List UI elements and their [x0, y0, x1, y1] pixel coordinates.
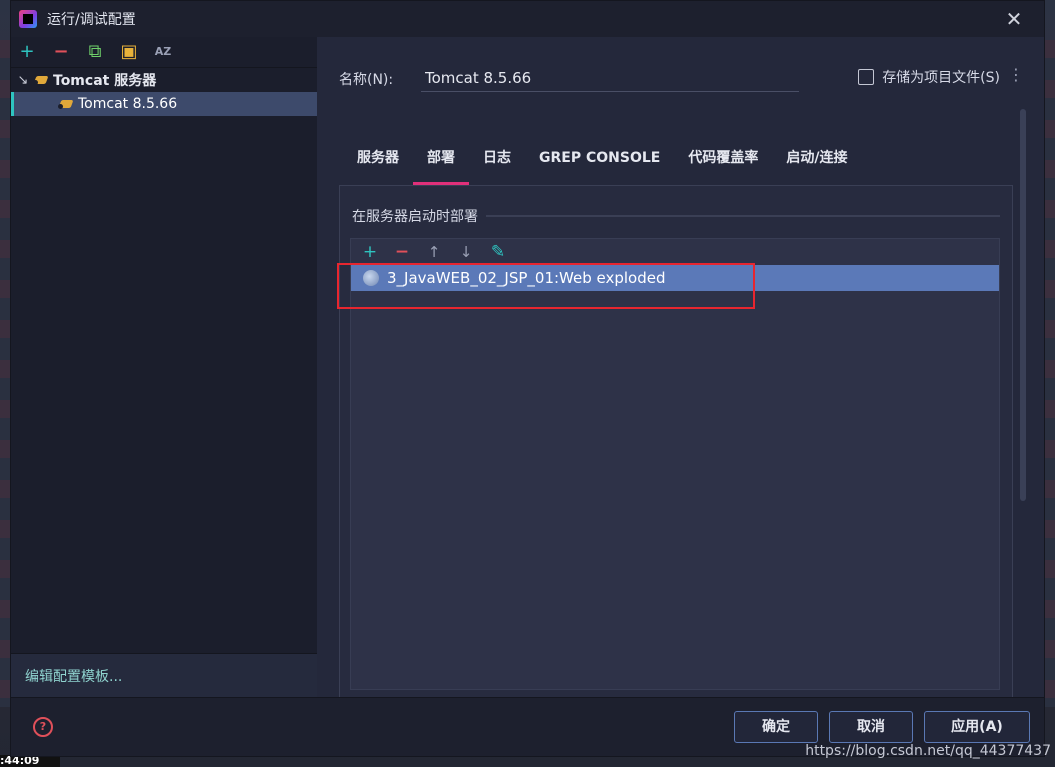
tree-item-tomcat-8566[interactable]: Tomcat 8.5.66: [11, 92, 317, 116]
move-up-icon[interactable]: ↑: [425, 242, 443, 262]
add-config-icon[interactable]: +: [17, 42, 37, 62]
remove-config-icon[interactable]: −: [51, 42, 71, 62]
vertical-scrollbar[interactable]: [1020, 109, 1026, 501]
tomcat-icon: [58, 97, 74, 111]
copy-config-icon[interactable]: ⧉: [85, 42, 105, 62]
config-list-toolbar: + − ⧉ ▣ AZ: [11, 37, 317, 68]
tab-server[interactable]: 服务器: [343, 141, 413, 185]
background-left-strip: [0, 40, 10, 707]
help-icon[interactable]: ?: [33, 717, 53, 737]
tomcat-icon: [33, 73, 49, 87]
tree-item-label: Tomcat 服务器: [53, 73, 157, 89]
deployment-tab-content: 在服务器启动时部署 + − ↑ ↓ ✎ 3_JavaWEB_02_JSP_01:…: [339, 185, 1013, 698]
tree-item-tomcat-server[interactable]: ↘ Tomcat 服务器: [11, 68, 317, 92]
tab-grep-console[interactable]: GREP CONSOLE: [525, 141, 674, 185]
ok-button[interactable]: 确定: [734, 711, 818, 743]
collapse-arrow-icon[interactable]: ↘: [13, 73, 33, 88]
run-debug-config-dialog: 运行/调试配置 ✕ + − ⧉ ▣ AZ ↘ Tomcat 服务器 Tomcat…: [10, 0, 1045, 757]
section-divider: [486, 215, 1000, 217]
store-as-project-file-label[interactable]: 存储为项目文件(S): [882, 67, 1000, 87]
edit-artifact-icon[interactable]: ✎: [489, 242, 507, 262]
edit-config-templates-link[interactable]: 编辑配置模板...: [11, 653, 317, 698]
dialog-button-bar: ? 确定 取消 应用(A): [11, 697, 1044, 756]
config-list-panel: + − ⧉ ▣ AZ ↘ Tomcat 服务器 Tomcat 8.5.66 编辑…: [11, 37, 318, 698]
name-label: 名称(N):: [339, 71, 394, 88]
folder-icon[interactable]: ▣: [119, 42, 139, 62]
web-artifact-icon: [363, 270, 379, 286]
deploy-section-label: 在服务器启动时部署: [352, 209, 478, 225]
tab-code-coverage[interactable]: 代码覆盖率: [674, 141, 772, 185]
list-item[interactable]: 3_JavaWEB_02_JSP_01:Web exploded: [351, 265, 999, 291]
sort-az-icon[interactable]: AZ: [153, 42, 173, 62]
cancel-button[interactable]: 取消: [829, 711, 913, 743]
tab-deployment[interactable]: 部署: [413, 141, 469, 185]
apply-button[interactable]: 应用(A): [924, 711, 1030, 743]
store-as-project-file-row: 存储为项目文件(S): [858, 67, 1000, 87]
tab-startup-connection[interactable]: 启动/连接: [772, 141, 861, 185]
name-row: 名称(N):: [339, 65, 799, 92]
config-tabs: 服务器 部署 日志 GREP CONSOLE 代码覆盖率 启动/连接: [343, 141, 861, 185]
deployment-toolbar: + − ↑ ↓ ✎: [351, 239, 999, 265]
add-artifact-icon[interactable]: +: [361, 242, 379, 262]
more-options-icon[interactable]: ⋮: [1008, 67, 1024, 83]
name-input[interactable]: [421, 65, 799, 92]
tab-logs[interactable]: 日志: [469, 141, 525, 185]
deploy-section-title: 在服务器启动时部署: [352, 206, 1000, 226]
config-detail-panel: 名称(N): 存储为项目文件(S) ⋮ 服务器 部署 日志 GREP CONSO…: [317, 37, 1044, 698]
move-down-icon[interactable]: ↓: [457, 242, 475, 262]
title-bar: 运行/调试配置 ✕: [11, 1, 1044, 37]
tree-item-label: Tomcat 8.5.66: [78, 96, 178, 112]
intellij-app-icon: [19, 10, 37, 28]
store-as-project-file-checkbox[interactable]: [858, 69, 875, 85]
window-title: 运行/调试配置: [47, 12, 136, 28]
artifact-label: 3_JavaWEB_02_JSP_01:Web exploded: [387, 269, 666, 287]
deployment-list: + − ↑ ↓ ✎ 3_JavaWEB_02_JSP_01:Web explod…: [350, 238, 1000, 690]
close-button[interactable]: ✕: [1002, 7, 1026, 31]
remove-artifact-icon[interactable]: −: [393, 242, 411, 262]
